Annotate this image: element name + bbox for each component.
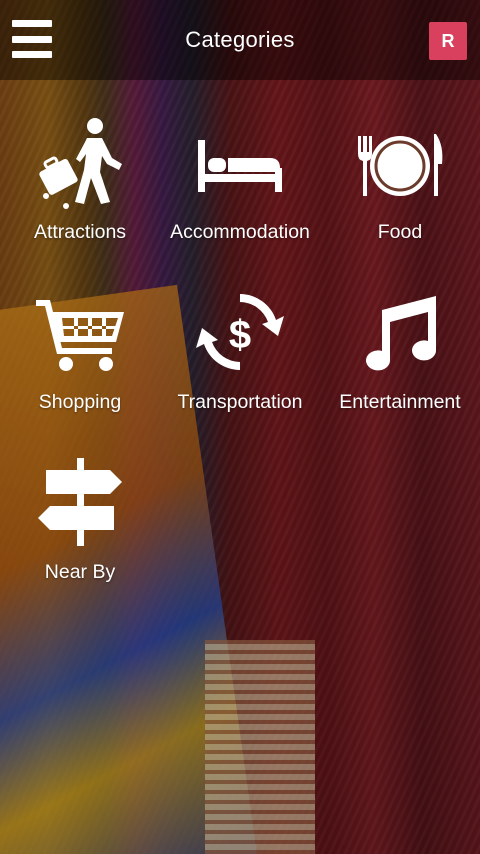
currency-exchange-icon: $ (196, 294, 284, 370)
music-note-icon (366, 296, 437, 371)
shopping-cart-icon (36, 300, 124, 371)
bed-icon (198, 140, 282, 192)
profile-badge[interactable]: R (429, 22, 467, 60)
category-transportation[interactable]: $ Transportation (160, 282, 320, 452)
category-grid: Attractions Accommodation Food Shopping … (0, 112, 480, 622)
traveler-luggage-icon (39, 118, 122, 209)
category-label: Transportation (177, 391, 303, 413)
category-label: Accommodation (170, 221, 310, 243)
category-label: Entertainment (339, 391, 461, 413)
category-label: Food (377, 221, 423, 243)
category-attractions[interactable]: Attractions (0, 112, 160, 282)
category-near-by[interactable]: Near By (0, 452, 160, 622)
category-label: Shopping (38, 391, 122, 413)
signpost-icon (38, 458, 122, 546)
category-label: Near By (44, 561, 116, 583)
category-food[interactable]: Food (320, 112, 480, 282)
top-bar: Categories R (0, 0, 480, 80)
category-shopping[interactable]: Shopping (0, 282, 160, 452)
svg-text:$: $ (229, 313, 251, 357)
page-title: Categories (185, 27, 295, 52)
category-entertainment[interactable]: Entertainment (320, 282, 480, 452)
plate-cutlery-icon (358, 134, 443, 196)
category-label: Attractions (33, 221, 127, 243)
category-accommodation[interactable]: Accommodation (160, 112, 320, 282)
